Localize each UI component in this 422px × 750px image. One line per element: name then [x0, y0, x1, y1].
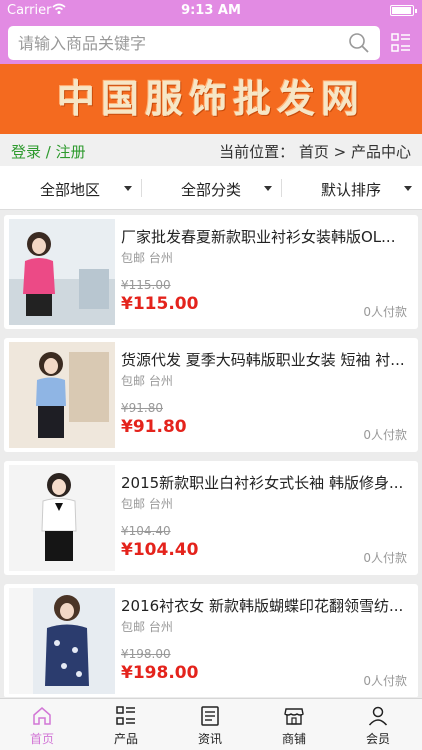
tab-home[interactable]: 首页 [0, 699, 84, 750]
product-meta: 包邮 台州 [121, 497, 173, 511]
product-original-price: ¥91.80 [121, 401, 163, 415]
filter-region[interactable]: 全部地区 [0, 166, 140, 210]
search-icon[interactable] [348, 32, 370, 54]
store-icon [283, 705, 305, 727]
product-image [9, 342, 115, 448]
product-title[interactable]: 货源代发 夏季大码韩版职业女装 短袖 衬... [121, 349, 409, 370]
grid-list-icon [115, 705, 137, 727]
clock: 9:13 AM [181, 3, 241, 18]
tab-label: 首页 [29, 732, 54, 746]
tab-member[interactable]: 会员 [336, 699, 420, 750]
product-price: ¥198.00 [121, 663, 199, 683]
chevron-down-icon [404, 186, 412, 191]
product-paid-count: 0人付款 [363, 551, 407, 565]
register-link[interactable]: 注册 [56, 141, 86, 162]
filter-sort-label: 默认排序 [321, 181, 382, 199]
tab-label: 资讯 [197, 732, 222, 746]
product-image [9, 588, 115, 694]
breadcrumb: 登录 / 注册 当前位置： 首页 > 产品中心 [0, 134, 422, 166]
chevron-down-icon [264, 186, 272, 191]
tab-products[interactable]: 产品 [84, 699, 168, 750]
filter-region-label: 全部地区 [40, 181, 101, 199]
battery-icon [390, 5, 417, 16]
product-paid-count: 0人付款 [363, 428, 407, 442]
product-original-price: ¥104.40 [121, 524, 171, 538]
product-title[interactable]: 厂家批发春夏新款职业衬衫女装韩版OL... [121, 226, 409, 247]
filter-category-label: 全部分类 [181, 181, 242, 199]
auth-links: 登录 / 注册 [11, 141, 86, 162]
search-input[interactable] [18, 26, 338, 60]
current-location: 当前位置： 首页 > 产品中心 [219, 143, 411, 161]
tab-label: 产品 [113, 732, 138, 746]
category-menu-icon[interactable] [390, 32, 412, 54]
product-list: 厂家批发春夏新款职业衬衫女装韩版OL... 包邮 台州 ¥115.00 ¥115… [0, 211, 422, 697]
product-meta: 包邮 台州 [121, 620, 173, 634]
product-price: ¥104.40 [121, 540, 199, 560]
product-paid-count: 0人付款 [363, 305, 407, 319]
tab-bar: 首页 产品 资讯 商铺 会员 [0, 698, 422, 750]
login-link[interactable]: 登录 [11, 141, 41, 162]
product-card[interactable]: 2015新款职业白衬衫女式长袖 韩版修身... 包邮 台州 ¥104.40 ¥1… [4, 461, 418, 575]
product-title[interactable]: 2015新款职业白衬衫女式长袖 韩版修身... [121, 472, 409, 493]
top-bar [0, 22, 422, 64]
tab-news[interactable]: 资讯 [168, 699, 252, 750]
user-icon [367, 705, 389, 727]
filter-category[interactable]: 全部分类 [141, 166, 281, 210]
auth-separator: / [45, 143, 51, 161]
filter-sort[interactable]: 默认排序 [281, 166, 421, 210]
tab-stores[interactable]: 商铺 [252, 699, 336, 750]
product-original-price: ¥115.00 [121, 278, 171, 292]
product-price: ¥91.80 [121, 417, 187, 437]
home-icon [31, 705, 53, 727]
product-original-price: ¥198.00 [121, 647, 171, 661]
news-icon [199, 705, 221, 727]
product-title[interactable]: 2016衬衣女 新款韩版蝴蝶印花翻领雪纺... [121, 595, 409, 616]
product-image [9, 219, 115, 325]
search-box [8, 26, 380, 60]
product-card[interactable]: 厂家批发春夏新款职业衬衫女装韩版OL... 包邮 台州 ¥115.00 ¥115… [4, 215, 418, 329]
tab-label: 会员 [365, 732, 390, 746]
banner[interactable]: 中国服饰批发网 [0, 64, 422, 134]
product-image [9, 465, 115, 571]
product-meta: 包邮 台州 [121, 251, 173, 265]
status-bar: Carrier 9:13 AM [0, 0, 422, 22]
product-meta: 包邮 台州 [121, 374, 173, 388]
banner-title: 中国服饰批发网 [56, 76, 365, 121]
filter-bar: 全部地区 全部分类 默认排序 [0, 166, 422, 210]
product-card[interactable]: 货源代发 夏季大码韩版职业女装 短袖 衬... 包邮 台州 ¥91.80 ¥91… [4, 338, 418, 452]
product-card[interactable]: 2016衬衣女 新款韩版蝴蝶印花翻领雪纺... 包邮 台州 ¥198.00 ¥1… [4, 584, 418, 697]
product-price: ¥115.00 [121, 294, 199, 314]
product-paid-count: 0人付款 [363, 674, 407, 688]
chevron-down-icon [124, 186, 132, 191]
tab-label: 商铺 [281, 732, 306, 746]
